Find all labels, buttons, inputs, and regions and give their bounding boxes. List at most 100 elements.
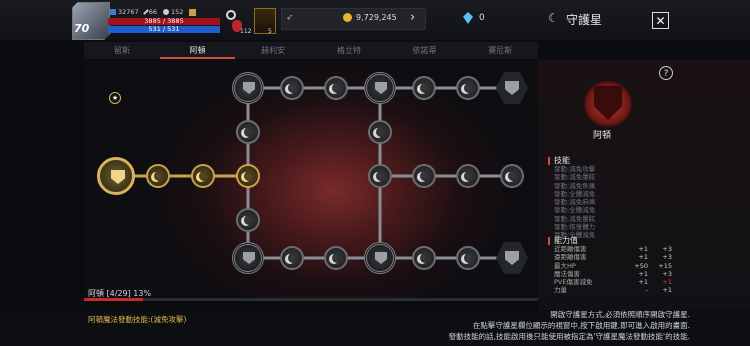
major-node[interactable] (232, 242, 264, 274)
stat-name: 魔法傷害 (554, 269, 580, 278)
skills-heading-text: 技能 (554, 156, 570, 165)
moon-icon (288, 253, 298, 263)
constellation-node[interactable] (236, 120, 260, 144)
sword-icon (142, 9, 149, 15)
tab-constellation-1[interactable]: 留斯 (84, 42, 160, 59)
section-marker (548, 236, 550, 245)
weight-icon (162, 9, 169, 15)
moon-icon (420, 83, 430, 93)
shield-crest-icon (375, 252, 387, 264)
tab-constellation-5[interactable]: 依諾蒂 (387, 42, 463, 59)
instructions-text: 開啟守護星方式,必須依照順序開啟守護星. 在點擊守護星欄位顯示的視窗中,按下啟用… (449, 309, 690, 342)
skill-item: 發動:減免暈眩 (554, 214, 596, 223)
attack-value: 66 (148, 8, 157, 16)
skill-item: 發動:減免焦痛 (554, 181, 596, 190)
badge-icon[interactable] (189, 8, 197, 16)
start-node[interactable] (97, 157, 135, 195)
attack-stat: 66 (142, 8, 157, 16)
constellation-node[interactable] (324, 76, 348, 100)
constellation-node[interactable] (456, 164, 480, 188)
moon-icon (332, 83, 342, 93)
constellation-node[interactable] (280, 246, 304, 270)
stat-name: 最大HP (554, 261, 576, 270)
moon-icon (288, 83, 298, 93)
gold-amount: 9,729,245 (356, 13, 397, 22)
chevron-right-icon[interactable]: › (410, 10, 415, 25)
skill-item: 發動:全體減免 (554, 206, 596, 215)
instruction-line: 開啟守護星方式,必須依照順序開啟守護星. (550, 310, 690, 319)
moon-icon (332, 253, 342, 263)
constellation-node[interactable] (236, 164, 260, 188)
tab-constellation-4[interactable]: 格立特 (311, 42, 387, 59)
constellation-node[interactable] (412, 164, 436, 188)
help-button[interactable]: ? (659, 66, 673, 80)
constellation-node[interactable] (368, 120, 392, 144)
stat-next: +3 (662, 245, 672, 253)
moon-icon (244, 127, 254, 137)
quick-skill-slot[interactable] (254, 8, 276, 34)
mp-bar: 531 / 531 (108, 26, 220, 33)
arrow-currency-icon: ➶ (286, 13, 294, 23)
constellation-node[interactable] (456, 246, 480, 270)
crystal-amount: 0 (479, 13, 485, 23)
shield-crest-icon (111, 170, 125, 184)
progress-bar (84, 298, 538, 301)
stat-row: 力量 - +1 (554, 286, 672, 294)
constellation-board (84, 60, 538, 298)
moon-icon (464, 83, 474, 93)
stat-current: +1 (638, 269, 648, 278)
currency-panel (281, 8, 426, 30)
stat-table: 近距離傷害 +1 +3 遠距離傷害 +1 +3 最大HP +50 +15 魔法傷害 +1 +3 … (554, 245, 672, 295)
constellation-tabs: 留斯 阿頓 赫利安 格立特 依諾蒂 賽尼斯 (84, 42, 538, 59)
constellation-node[interactable] (191, 164, 215, 188)
tab-constellation-2[interactable]: 阿頓 (159, 42, 236, 59)
moon-icon (199, 171, 209, 181)
instruction-line: 在點擊守護星欄位顯示的視窗中,按下啟用鍵,即可進入啟用的畫面. (472, 321, 690, 330)
constellation-node[interactable] (146, 164, 170, 188)
constellation-node[interactable] (280, 76, 304, 100)
guardian-star-icon: ☾ (548, 11, 559, 25)
tab-constellation-6[interactable]: 賽尼斯 (462, 42, 538, 59)
page-title: 守護星 (566, 13, 603, 27)
tab-constellation-3[interactable]: 赫利安 (235, 42, 311, 59)
stat-row: PVE傷害減免 +1 +1 (554, 278, 672, 286)
section-marker (548, 156, 550, 165)
shield-crest-icon (243, 82, 255, 94)
skill-item: 發動:減免暈眩 (554, 173, 596, 182)
star-badge-icon: ★ (109, 92, 121, 104)
gear-icon[interactable] (226, 10, 236, 20)
shield-crest-icon (505, 81, 519, 95)
constellation-node[interactable] (456, 76, 480, 100)
constellation-node[interactable] (412, 246, 436, 270)
weight-stat: 152 (162, 8, 183, 16)
major-node[interactable] (364, 242, 396, 274)
close-button[interactable]: ✕ (652, 12, 669, 29)
player-stats-row: 32767 66 152 (110, 8, 197, 16)
instruction-line: 發動技能的話,技能啟用後只能使用被指定為'守護星魔法發動技能'的技能. (448, 332, 690, 341)
stats-heading-text: 能力值 (554, 236, 578, 245)
constellation-node[interactable] (368, 164, 392, 188)
constellation-node[interactable] (500, 164, 524, 188)
gold-coin-icon (343, 13, 352, 22)
constellation-node[interactable] (412, 76, 436, 100)
stat-current: +1 (638, 278, 648, 287)
stat-next: +15 (658, 261, 672, 270)
shield-crest-icon (505, 251, 519, 265)
major-node[interactable] (364, 72, 396, 104)
stat-next: +3 (662, 253, 672, 262)
stat-next: +1 (662, 278, 672, 287)
moon-icon (420, 253, 430, 263)
major-node[interactable] (232, 72, 264, 104)
progress-fill (84, 298, 144, 301)
hp-bar: 3885 / 3885 (108, 18, 220, 25)
stat-current: - (645, 286, 648, 295)
potion-count: 112 (240, 28, 252, 35)
stat-name: 力量 (554, 286, 567, 295)
constellation-node[interactable] (236, 208, 260, 232)
combat-power-value: 32767 (118, 8, 139, 16)
stat-name: 遠距離傷害 (554, 253, 587, 262)
stat-current: +1 (638, 245, 648, 253)
moon-icon (244, 171, 254, 181)
constellation-node[interactable] (324, 246, 348, 270)
moon-icon (464, 253, 474, 263)
